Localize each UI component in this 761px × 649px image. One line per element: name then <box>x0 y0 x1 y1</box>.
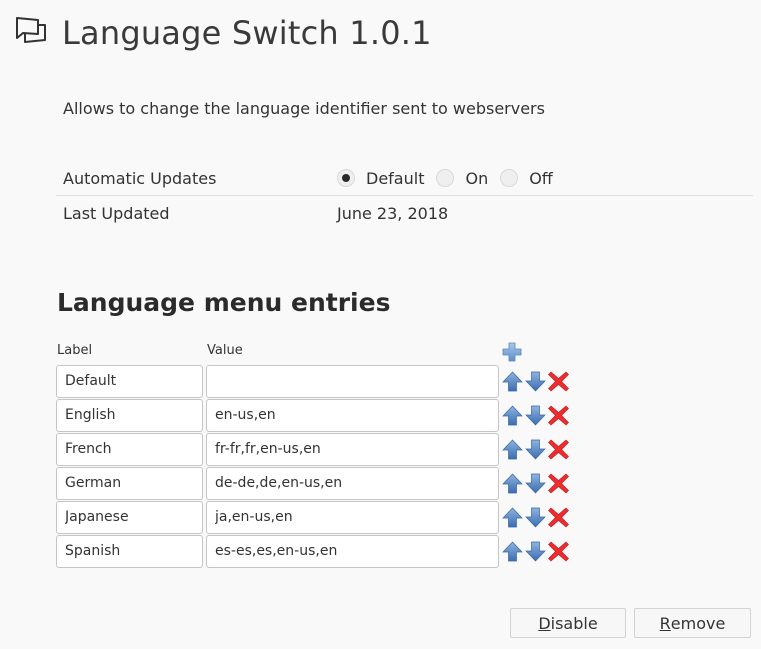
last-updated-row: Last Updated June 23, 2018 <box>56 196 753 230</box>
move-up-button[interactable] <box>501 370 524 393</box>
entry-row <box>56 500 570 534</box>
entry-value-input[interactable] <box>206 500 499 534</box>
last-updated-value: June 23, 2018 <box>337 203 449 223</box>
arrow-up-icon <box>501 506 524 529</box>
delete-entry-button[interactable] <box>547 404 570 427</box>
delete-x-icon <box>547 540 570 563</box>
arrow-down-icon <box>524 472 547 495</box>
radio-off-label[interactable]: Off <box>529 169 553 188</box>
arrow-down-icon <box>524 506 547 529</box>
automatic-updates-label: Automatic Updates <box>63 168 217 188</box>
arrow-down-icon <box>524 404 547 427</box>
entry-actions <box>501 472 570 495</box>
disable-accesskey: D <box>538 613 551 633</box>
addon-header: Language Switch 1.0.1 <box>14 14 432 52</box>
radio-default-label[interactable]: Default <box>366 169 424 188</box>
entry-row <box>56 398 570 432</box>
delete-entry-button[interactable] <box>547 540 570 563</box>
radio-on[interactable]: On <box>436 169 488 188</box>
automatic-updates-row: Automatic Updates Default On Off <box>56 161 753 196</box>
add-entry-button[interactable] <box>502 342 522 362</box>
delete-x-icon <box>547 506 570 529</box>
move-up-button[interactable] <box>501 404 524 427</box>
entry-label-input[interactable] <box>56 466 203 500</box>
delete-x-icon <box>547 472 570 495</box>
language-entries-list <box>56 364 570 568</box>
delete-entry-button[interactable] <box>547 438 570 461</box>
move-down-button[interactable] <box>524 506 547 529</box>
entry-row <box>56 534 570 568</box>
entry-actions <box>501 370 570 393</box>
radio-off-indicator[interactable] <box>500 169 519 187</box>
delete-entry-button[interactable] <box>547 506 570 529</box>
disable-button[interactable]: Disable <box>510 608 626 638</box>
arrow-down-icon <box>524 438 547 461</box>
entry-actions <box>501 404 570 427</box>
speech-bubbles-icon <box>14 14 48 52</box>
entry-value-input[interactable] <box>206 364 499 398</box>
arrow-up-icon <box>501 370 524 393</box>
arrow-up-icon <box>501 540 524 563</box>
entry-actions <box>501 506 570 529</box>
column-header-label: Label <box>57 343 93 358</box>
move-down-button[interactable] <box>524 370 547 393</box>
page-title: Language Switch 1.0.1 <box>62 14 432 52</box>
remove-label: emove <box>670 613 726 633</box>
entry-label-input[interactable] <box>56 364 203 398</box>
entry-value-input[interactable] <box>206 398 499 432</box>
move-down-button[interactable] <box>524 438 547 461</box>
entry-row <box>56 432 570 466</box>
arrow-up-icon <box>501 472 524 495</box>
arrow-down-icon <box>524 370 547 393</box>
move-up-button[interactable] <box>501 438 524 461</box>
entry-row <box>56 466 570 500</box>
addon-description: Allows to change the language identifier… <box>63 99 545 118</box>
entry-label-input[interactable] <box>56 398 203 432</box>
plus-icon <box>502 342 522 362</box>
arrow-up-icon <box>501 438 524 461</box>
entry-row <box>56 364 570 398</box>
radio-default-indicator[interactable] <box>337 169 355 187</box>
radio-on-label[interactable]: On <box>465 169 488 188</box>
arrow-down-icon <box>524 540 547 563</box>
entry-label-input[interactable] <box>56 534 203 568</box>
disable-label: isable <box>550 613 598 633</box>
delete-entry-button[interactable] <box>547 472 570 495</box>
move-up-button[interactable] <box>501 506 524 529</box>
delete-x-icon <box>547 370 570 393</box>
section-title: Language menu entries <box>57 288 391 317</box>
entry-label-input[interactable] <box>56 500 203 534</box>
move-down-button[interactable] <box>524 472 547 495</box>
column-header-value: Value <box>207 343 243 358</box>
entry-value-input[interactable] <box>206 432 499 466</box>
entry-actions <box>501 438 570 461</box>
delete-x-icon <box>547 404 570 427</box>
arrow-up-icon <box>501 404 524 427</box>
last-updated-label: Last Updated <box>63 203 170 223</box>
automatic-updates-radio-group: Default On Off <box>337 169 565 188</box>
entry-value-input[interactable] <box>206 534 499 568</box>
entry-label-input[interactable] <box>56 432 203 466</box>
move-down-button[interactable] <box>524 540 547 563</box>
radio-default[interactable]: Default <box>337 169 424 188</box>
move-up-button[interactable] <box>501 540 524 563</box>
remove-button[interactable]: Remove <box>634 608 751 638</box>
move-up-button[interactable] <box>501 472 524 495</box>
delete-entry-button[interactable] <box>547 370 570 393</box>
entry-value-input[interactable] <box>206 466 499 500</box>
remove-accesskey: R <box>659 613 671 633</box>
radio-on-indicator[interactable] <box>436 169 455 187</box>
move-down-button[interactable] <box>524 404 547 427</box>
entry-actions <box>501 540 570 563</box>
radio-off[interactable]: Off <box>500 169 553 188</box>
delete-x-icon <box>547 438 570 461</box>
